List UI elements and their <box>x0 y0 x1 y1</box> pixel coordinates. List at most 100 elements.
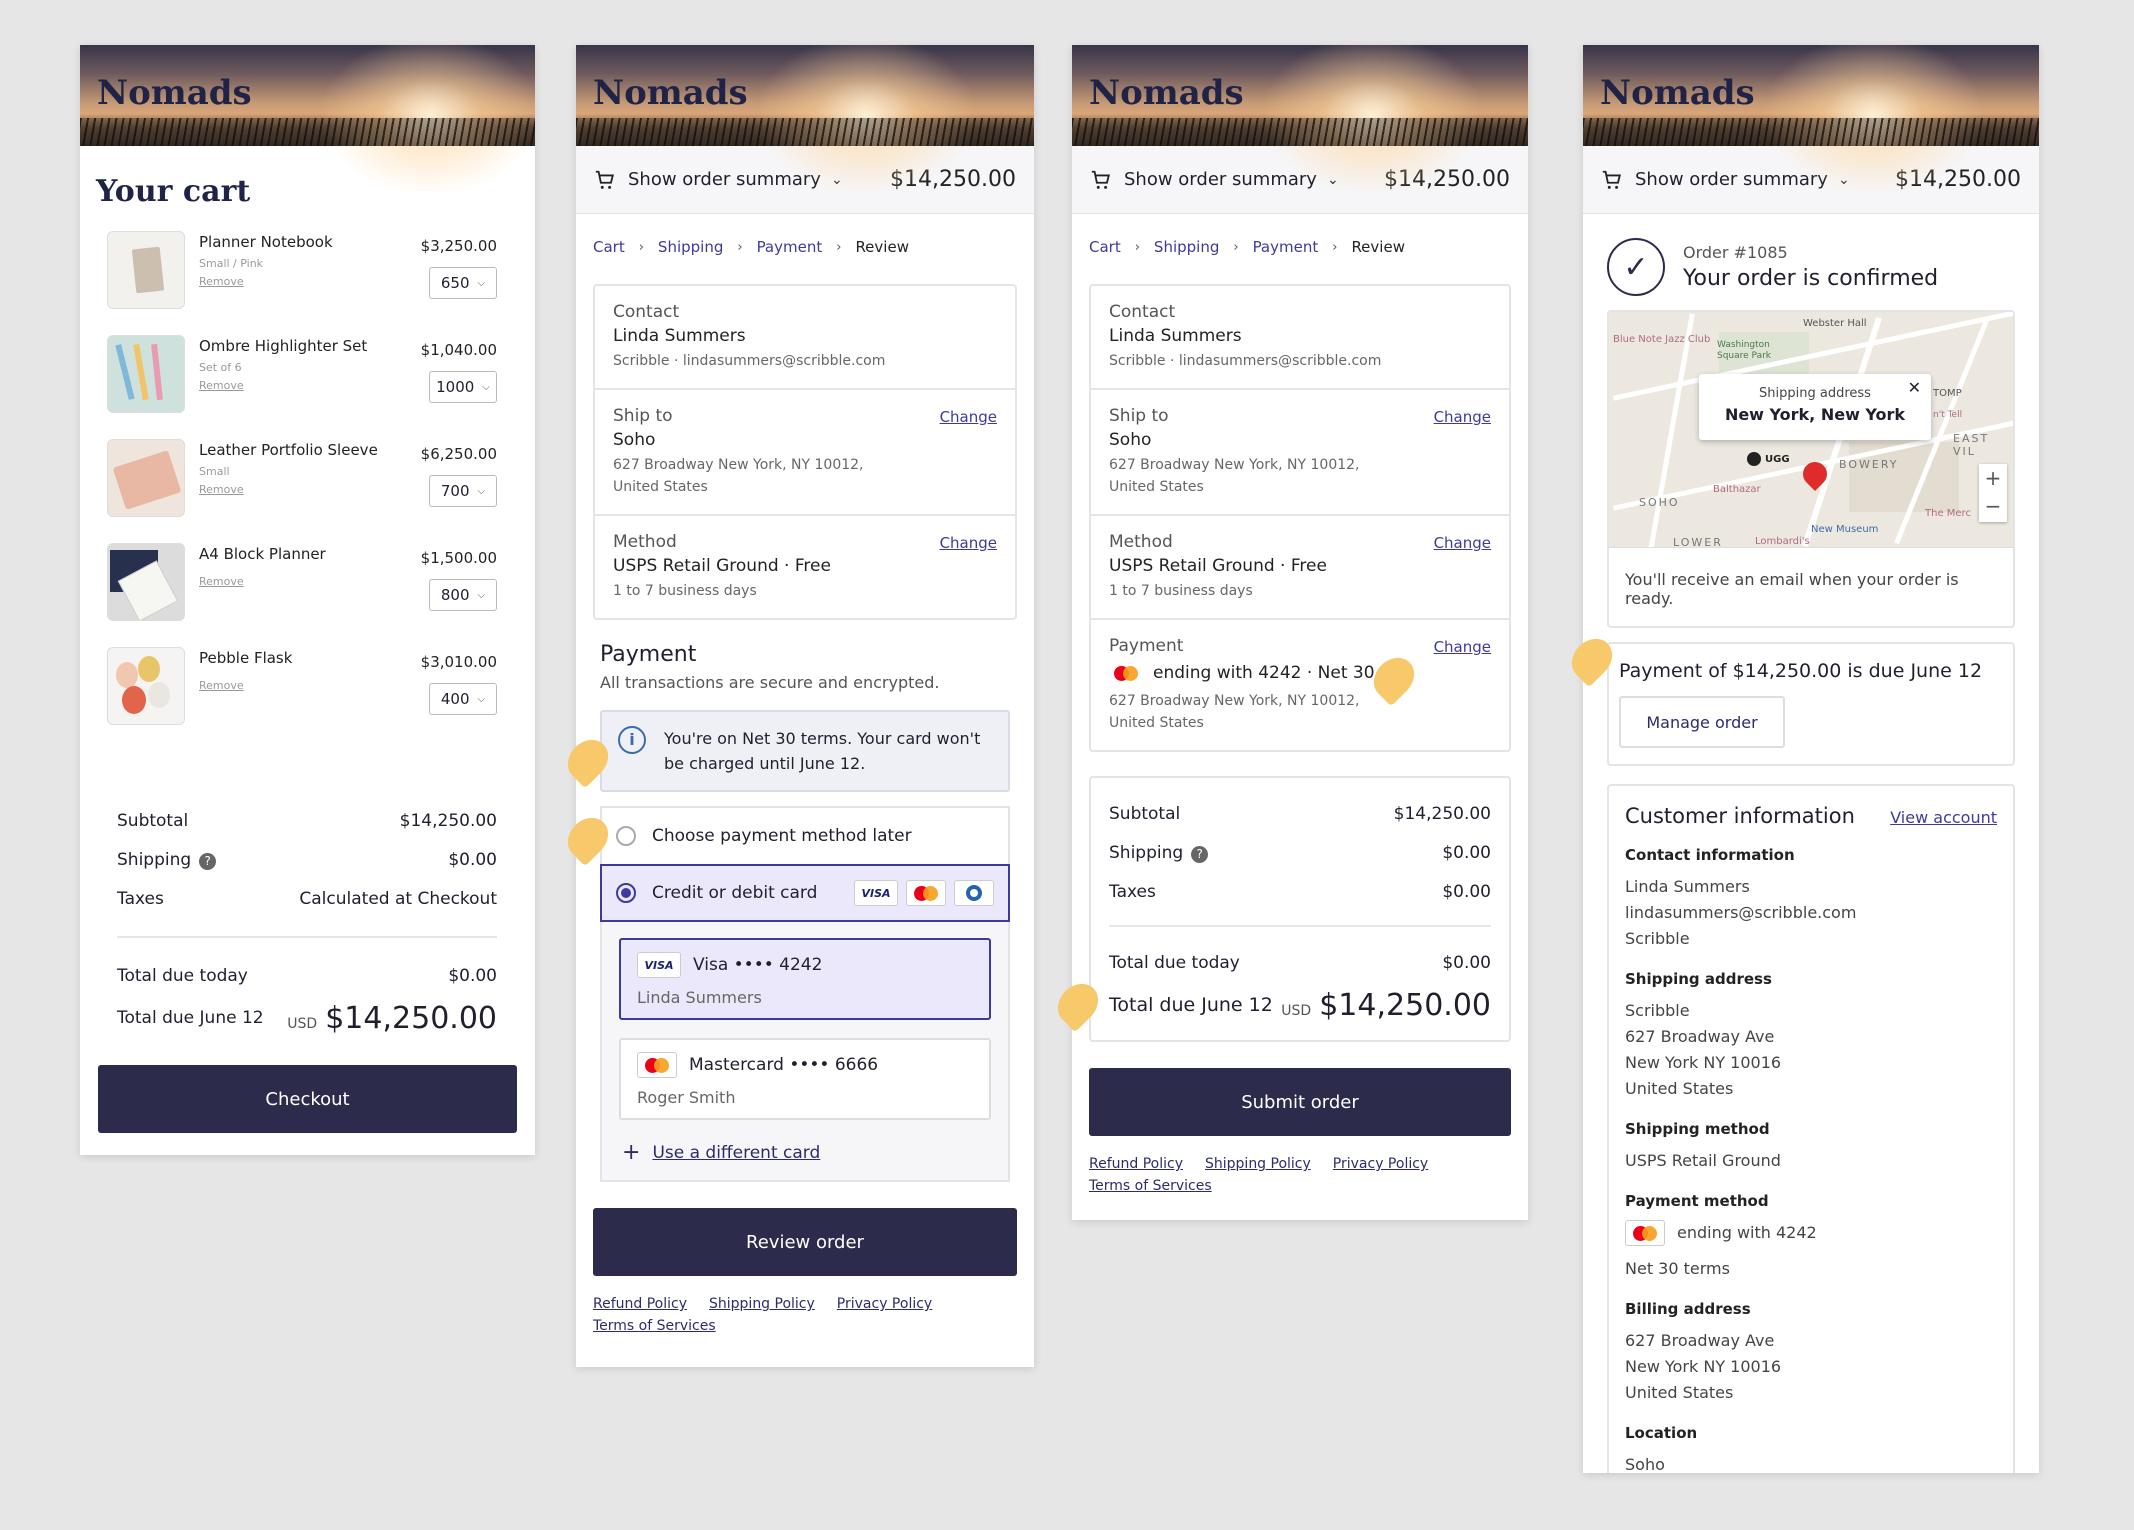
map-label-lower: LOWER <box>1673 536 1723 548</box>
privacy-policy-link[interactable]: Privacy Policy <box>1333 1156 1428 1172</box>
review-panel: Nomads Show order summary⌄ $14,250.00 Ca… <box>1072 45 1528 1220</box>
product-thumbnail[interactable] <box>107 439 185 517</box>
item-name: Ombre Highlighter Set <box>199 337 368 355</box>
taxes-label: Taxes <box>117 888 164 909</box>
terms-link[interactable]: Terms of Services <box>1089 1178 1212 1194</box>
contact-name: Linda Summers <box>1109 326 1242 346</box>
cart-icon <box>1602 170 1621 189</box>
remove-link[interactable]: Remove <box>199 575 326 588</box>
crumb-shipping[interactable]: Shipping <box>1154 238 1219 256</box>
item-price: $6,250.00 <box>420 445 497 463</box>
shipping-row: Shipping? $0.00 <box>1091 833 1509 872</box>
shipping-address-heading: Shipping address <box>1625 970 1772 988</box>
method-detail: 1 to 7 business days <box>613 583 757 599</box>
option-pay-later[interactable]: Choose payment method later <box>602 808 1008 864</box>
change-shipto-link[interactable]: Change <box>940 408 997 426</box>
chevron-down-icon: ⌵ <box>477 485 486 497</box>
product-thumbnail[interactable] <box>107 543 185 621</box>
due-today-row: Total due today $0.00 <box>1091 943 1509 982</box>
quantity-select[interactable]: 800 ⌵ <box>429 579 497 611</box>
cart-item: Planner Notebook Small / Pink Remove $3,25… <box>80 231 535 335</box>
hero-banner: Nomads <box>1072 45 1528 195</box>
card-mastercard-6666[interactable]: Mastercard •••• 6666 Roger Smith <box>619 1038 991 1120</box>
brand-logo[interactable]: Nomads <box>593 73 748 113</box>
item-price: $3,010.00 <box>420 653 497 671</box>
quantity-select[interactable]: 400 ⌵ <box>429 683 497 715</box>
quantity-value: 700 <box>440 482 470 500</box>
product-thumbnail[interactable] <box>107 231 185 309</box>
divider <box>1109 925 1491 927</box>
quantity-select[interactable]: 650 ⌵ <box>429 267 497 299</box>
zoom-in-icon[interactable]: + <box>1979 464 2007 492</box>
product-thumbnail[interactable] <box>107 647 185 725</box>
remove-link[interactable]: Remove <box>199 483 378 496</box>
item-price: $1,040.00 <box>420 341 497 359</box>
payment-methods: Choose payment method later <box>600 806 1010 864</box>
confirmation-header: ✓ Order #1085 Your order is confirmed <box>1583 214 2039 310</box>
change-method-link[interactable]: Change <box>1434 534 1491 552</box>
quantity-select[interactable]: 700 ⌵ <box>429 475 497 507</box>
radio-card[interactable] <box>616 883 636 903</box>
product-thumbnail[interactable] <box>107 335 185 413</box>
remove-link[interactable]: Remove <box>199 275 333 288</box>
shipping-policy-link[interactable]: Shipping Policy <box>709 1296 815 1312</box>
help-icon[interactable]: ? <box>1191 845 1209 863</box>
net-terms-notice: i You're on Net 30 terms. Your card won't… <box>600 710 1010 792</box>
mastercard-icon <box>637 1052 677 1078</box>
customer-info-title: Customer information <box>1625 804 1855 828</box>
address-line: 627 Broadway Ave <box>1625 1027 1775 1046</box>
contact-line: Scribble <box>1625 929 1690 948</box>
subtotal-label: Subtotal <box>1109 803 1181 824</box>
zoom-out-icon[interactable]: − <box>1979 492 2007 520</box>
close-icon[interactable]: ✕ <box>1908 378 1921 397</box>
payment-subtitle: All transactions are secure and encrypte… <box>600 673 940 692</box>
breadcrumb: Cart › Shipping › Payment › Review <box>1072 214 1528 256</box>
taxes-value: $0.00 <box>1442 881 1491 902</box>
change-method-link[interactable]: Change <box>940 534 997 552</box>
help-icon[interactable]: ? <box>199 852 217 870</box>
taxes-row: Taxes $0.00 <box>1091 872 1509 911</box>
terms-link[interactable]: Terms of Services <box>593 1318 716 1334</box>
privacy-policy-link[interactable]: Privacy Policy <box>837 1296 932 1312</box>
quantity-select[interactable]: 1000 ⌵ <box>429 371 497 403</box>
remove-link[interactable]: Remove <box>199 679 292 692</box>
contact-line: Linda Summers <box>1625 877 1750 896</box>
crumb-cart[interactable]: Cart <box>1089 238 1121 256</box>
crumb-review: Review <box>1351 238 1405 256</box>
crumb-payment[interactable]: Payment <box>757 238 823 256</box>
crumb-payment[interactable]: Payment <box>1253 238 1319 256</box>
checkout-button[interactable]: Checkout <box>98 1065 517 1133</box>
contact-detail: Scribble · lindasummers@scribble.com <box>613 353 886 369</box>
cart-item: A4 Block Planner Remove $1,500.00 800 ⌵ <box>80 543 535 647</box>
method-name: USPS Retail Ground · Free <box>613 556 831 576</box>
chevron-down-icon: ⌵ <box>477 693 486 705</box>
view-account-link[interactable]: View account <box>1890 808 1997 827</box>
card-visa-4242[interactable]: VISA Visa •••• 4242 Linda Summers <box>619 938 991 1020</box>
manage-order-button[interactable]: Manage order <box>1619 696 1785 748</box>
chevron-down-icon: ⌵ <box>477 589 486 601</box>
crumb-shipping[interactable]: Shipping <box>658 238 723 256</box>
add-card-label: Use a different card <box>652 1142 821 1163</box>
shipping-policy-link[interactable]: Shipping Policy <box>1205 1156 1311 1172</box>
review-order-button[interactable]: Review order <box>593 1208 1017 1276</box>
crumb-cart[interactable]: Cart <box>593 238 625 256</box>
refund-policy-link[interactable]: Refund Policy <box>1089 1156 1183 1172</box>
subtotal-value: $14,250.00 <box>1393 803 1491 824</box>
submit-order-button[interactable]: Submit order <box>1089 1068 1511 1136</box>
shipping-map[interactable]: Blue Note Jazz Club Webster Hall Washing… <box>1609 312 2013 548</box>
add-card-link[interactable]: + Use a different card <box>602 1120 1008 1165</box>
option-card[interactable]: Credit or debit card VISA <box>600 864 1010 922</box>
brand-logo[interactable]: Nomads <box>97 73 252 113</box>
shipping-method-heading: Shipping method <box>1625 1120 1770 1138</box>
change-payment-link[interactable]: Change <box>1434 638 1491 656</box>
remove-link[interactable]: Remove <box>199 379 367 392</box>
brand-logo[interactable]: Nomads <box>1600 73 1755 113</box>
brand-logo[interactable]: Nomads <box>1089 73 1244 113</box>
radio-pay-later[interactable] <box>616 826 636 846</box>
refund-policy-link[interactable]: Refund Policy <box>593 1296 687 1312</box>
change-shipto-link[interactable]: Change <box>1434 408 1491 426</box>
hero-banner: Nomads <box>80 45 535 195</box>
cart-item: Ombre Highlighter Set Set of 6 Remove $1,0… <box>80 335 535 439</box>
confirmation-title: Your order is confirmed <box>1683 266 1939 291</box>
payment-due-card: Payment of $14,250.00 is due June 12 Man… <box>1607 642 2015 766</box>
